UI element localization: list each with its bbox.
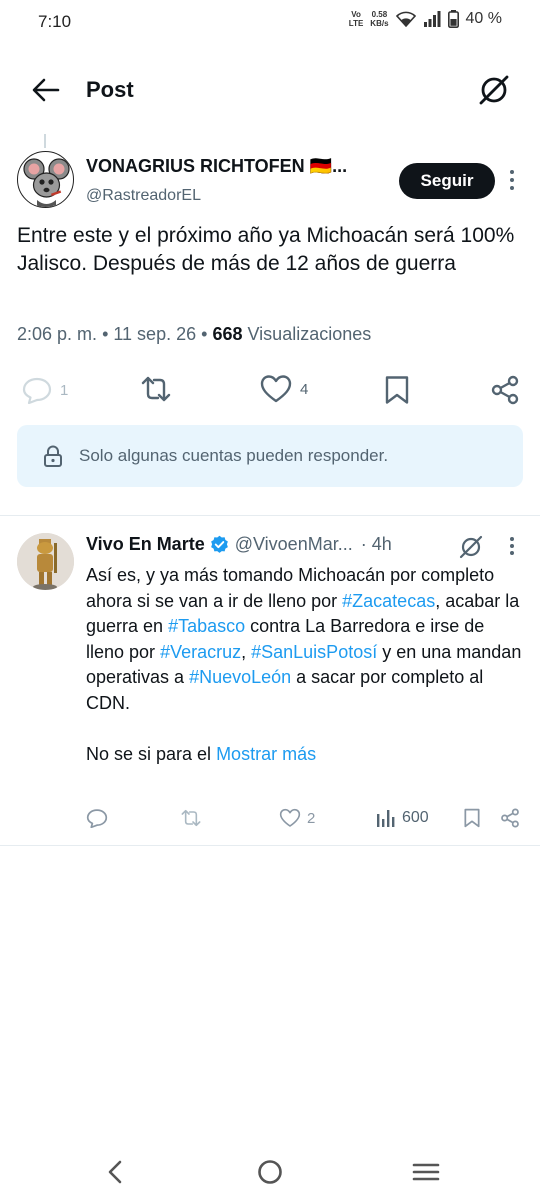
reply-button[interactable]: 1 bbox=[22, 376, 68, 404]
views-label[interactable]: Visualizaciones bbox=[248, 324, 372, 344]
lock-icon bbox=[44, 445, 62, 467]
repost-icon bbox=[181, 809, 201, 827]
status-time: 7:10 bbox=[38, 12, 72, 31]
grok-icon bbox=[459, 535, 483, 559]
divider bbox=[0, 515, 540, 516]
battery-percent: 40 % bbox=[465, 10, 502, 27]
hashtag-link[interactable]: #Zacatecas bbox=[342, 591, 435, 611]
reply-grok-button[interactable] bbox=[458, 534, 484, 560]
dot-icon bbox=[510, 551, 514, 555]
tweet-meta: 2:06 p. m. • 11 sep. 26 • 668 Visualizac… bbox=[17, 324, 372, 344]
volte-indicator: Vo LTE bbox=[348, 10, 364, 28]
reply-like-button[interactable]: 2 bbox=[279, 808, 315, 828]
reply-icon bbox=[22, 377, 52, 404]
dot-icon bbox=[510, 544, 514, 548]
top-bar: Post bbox=[0, 62, 540, 118]
follow-button[interactable]: Seguir bbox=[399, 163, 495, 199]
grok-button[interactable] bbox=[476, 72, 512, 108]
reply-avatar[interactable] bbox=[17, 533, 74, 590]
repost-button[interactable] bbox=[140, 374, 172, 404]
reply-header: Vivo En Marte @VivoenMar... · 4h bbox=[86, 534, 392, 555]
battery-icon bbox=[447, 10, 459, 28]
dot-icon bbox=[510, 186, 514, 190]
views-count: 668 bbox=[212, 324, 243, 344]
tweet-actions: 1 4 bbox=[0, 372, 540, 408]
heart-icon bbox=[260, 375, 292, 403]
share-icon bbox=[491, 375, 519, 405]
hashtag-link[interactable]: #Tabasco bbox=[168, 616, 245, 636]
like-button[interactable]: 4 bbox=[260, 374, 308, 404]
reply-views-button[interactable]: 600 bbox=[376, 808, 429, 828]
hashtag-link[interactable]: #Veracruz bbox=[160, 642, 241, 662]
system-nav-bar bbox=[0, 1150, 540, 1194]
status-icons: Vo LTE 0.58 KB/s 40 % bbox=[349, 10, 502, 28]
reply-like-count: 2 bbox=[307, 809, 316, 827]
thread-connector bbox=[44, 134, 46, 148]
home-circle-icon bbox=[258, 1160, 282, 1184]
repost-icon bbox=[141, 376, 171, 402]
avatar[interactable] bbox=[17, 151, 74, 208]
reply-actions: 2 600 bbox=[0, 805, 540, 833]
menu-lines-icon bbox=[412, 1163, 440, 1181]
reply-time[interactable]: · 4h bbox=[361, 534, 392, 555]
reply-views-count: 600 bbox=[402, 809, 429, 826]
tweet-date[interactable]: 11 sep. 26 bbox=[113, 324, 196, 344]
more-options-button[interactable] bbox=[507, 170, 517, 190]
reply-restriction-text: Solo algunas cuentas pueden responder. bbox=[79, 446, 389, 465]
hashtag-link[interactable]: #SanLuisPotosí bbox=[251, 642, 377, 662]
system-recents-button[interactable] bbox=[410, 1156, 442, 1188]
heart-icon bbox=[279, 808, 301, 827]
reply-username[interactable]: @VivoenMar... bbox=[235, 534, 353, 555]
analytics-icon bbox=[377, 810, 395, 827]
mouse-avatar-icon bbox=[23, 158, 70, 207]
verified-badge-icon bbox=[210, 535, 228, 553]
system-back-button[interactable] bbox=[100, 1156, 132, 1188]
author-username[interactable]: @RastreadorEL bbox=[86, 187, 201, 205]
divider bbox=[0, 845, 540, 846]
back-button[interactable] bbox=[30, 76, 62, 104]
figure-avatar-icon bbox=[17, 533, 74, 590]
reply-repost-button[interactable] bbox=[180, 808, 202, 828]
bookmark-icon bbox=[385, 376, 409, 404]
reply-icon bbox=[86, 809, 108, 828]
dot-icon bbox=[510, 537, 514, 541]
signal-icon bbox=[423, 11, 441, 27]
reply-display-name[interactable]: Vivo En Marte bbox=[86, 534, 205, 555]
author-display-name[interactable]: VONAGRIUS RICHTOFEN 🇩🇪... bbox=[86, 156, 347, 177]
tweet-text: Entre este y el próximo año ya Michoacán… bbox=[17, 224, 515, 275]
reply-share-button[interactable] bbox=[500, 808, 520, 828]
bookmark-button[interactable] bbox=[384, 375, 410, 405]
dot-icon bbox=[510, 170, 514, 174]
reply-reply-button[interactable] bbox=[86, 808, 108, 828]
bookmark-icon bbox=[464, 808, 480, 828]
chevron-left-icon bbox=[108, 1160, 122, 1184]
like-count: 4 bbox=[300, 380, 309, 398]
reply-text: Así es, y ya más tomando Michoacán por c… bbox=[86, 565, 522, 764]
grok-icon bbox=[479, 75, 509, 105]
tweet-time[interactable]: 2:06 p. m. bbox=[17, 324, 97, 344]
show-more-link[interactable]: Mostrar más bbox=[216, 744, 316, 764]
network-speed: 0.58 KB/s bbox=[370, 10, 389, 28]
system-home-button[interactable] bbox=[254, 1156, 286, 1188]
share-button[interactable] bbox=[490, 375, 520, 405]
reply-bookmark-button[interactable] bbox=[463, 808, 481, 828]
dot-icon bbox=[510, 178, 514, 182]
reply-more-options-button[interactable] bbox=[507, 537, 517, 555]
page-title: Post bbox=[86, 77, 134, 102]
reply-restriction-banner: Solo algunas cuentas pueden responder. bbox=[17, 425, 523, 487]
status-bar: 7:10 Vo LTE 0.58 KB/s 40 % bbox=[0, 0, 540, 46]
hashtag-link[interactable]: #NuevoLeón bbox=[189, 667, 291, 687]
reply-count: 1 bbox=[60, 381, 69, 399]
arrow-left-icon bbox=[32, 78, 60, 102]
wifi-icon bbox=[395, 11, 416, 27]
share-icon bbox=[501, 808, 519, 828]
